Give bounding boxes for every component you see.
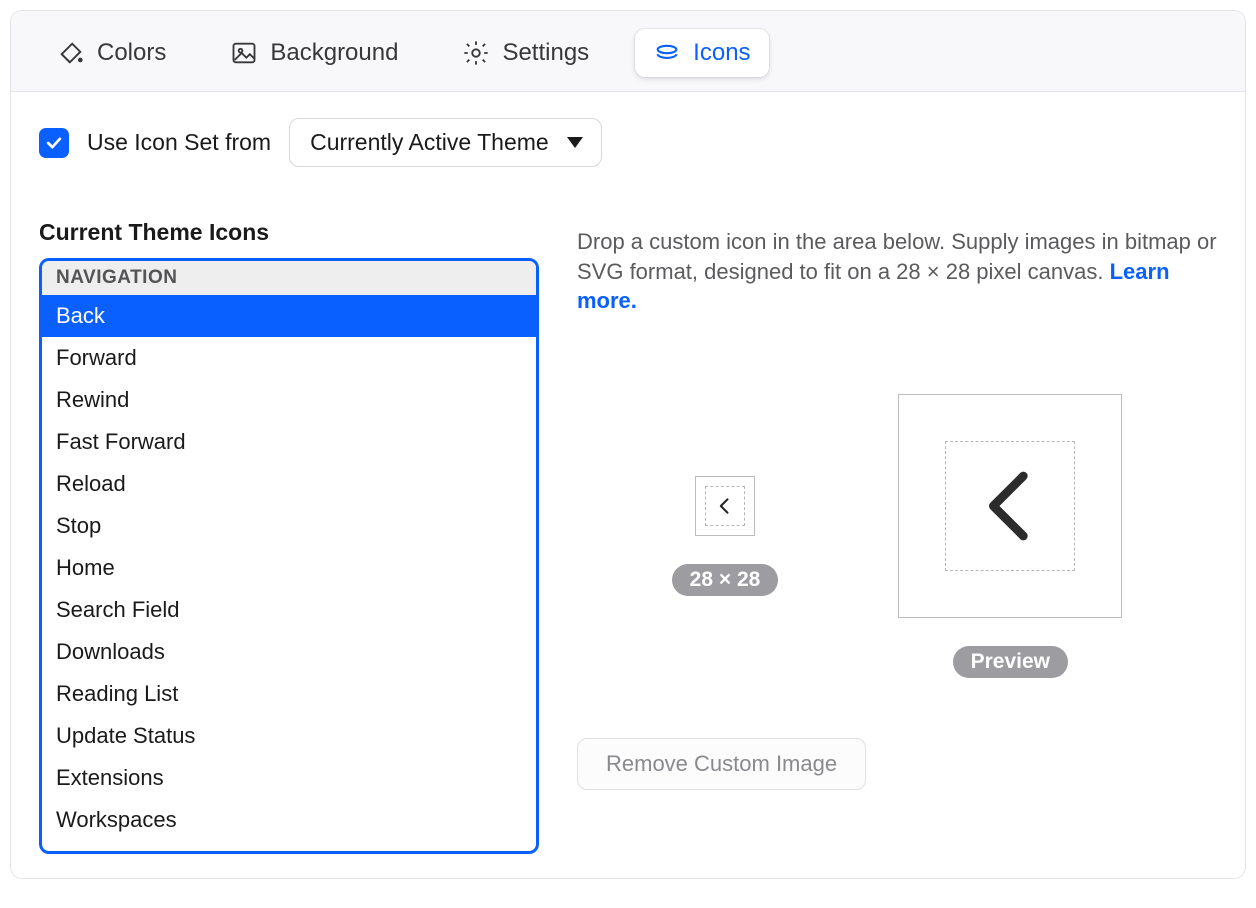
tab-label: Colors	[97, 39, 166, 67]
theme-icons-panel: Colors Background Settings	[10, 10, 1246, 879]
gear-icon	[462, 39, 490, 67]
icon-list-scroll[interactable]: NAVIGATION Back Forward Rewind Fast Forw…	[42, 261, 536, 851]
layers-icon	[653, 39, 681, 67]
tab-background[interactable]: Background	[212, 29, 416, 77]
chevron-down-icon	[567, 137, 583, 148]
content: Use Icon Set from Currently Active Theme…	[11, 92, 1245, 878]
icon-list-column: Current Theme Icons NAVIGATION Back Forw…	[39, 219, 539, 854]
preview-dashed-box	[945, 441, 1075, 571]
list-item[interactable]: Downloads	[42, 631, 536, 673]
list-item[interactable]: Fast Forward	[42, 421, 536, 463]
list-item[interactable]: Reload	[42, 463, 536, 505]
list-item[interactable]: Reading List	[42, 673, 536, 715]
list-title: Current Theme Icons	[39, 219, 539, 246]
icon-listbox[interactable]: NAVIGATION Back Forward Rewind Fast Forw…	[39, 258, 539, 854]
tab-colors[interactable]: Colors	[39, 29, 184, 77]
list-item[interactable]: Forward	[42, 337, 536, 379]
tab-label: Settings	[502, 39, 589, 67]
chevron-left-icon	[970, 456, 1050, 556]
paint-bucket-icon	[57, 39, 85, 67]
drop-column: 28 × 28	[672, 476, 779, 596]
tab-label: Icons	[693, 39, 750, 67]
large-preview-column: Preview	[898, 394, 1122, 678]
list-item[interactable]: Extensions	[42, 757, 536, 799]
tabbar: Colors Background Settings	[11, 11, 1245, 92]
preview-column: Drop a custom icon in the area below. Su…	[577, 219, 1217, 790]
icon-drop-target[interactable]	[695, 476, 755, 536]
list-item[interactable]: Workspaces	[42, 799, 536, 841]
use-icon-set-checkbox[interactable]	[39, 128, 69, 158]
list-item[interactable]: Search Field	[42, 589, 536, 631]
tab-settings[interactable]: Settings	[444, 29, 607, 77]
size-badge: 28 × 28	[672, 564, 779, 596]
list-item[interactable]: Stop	[42, 505, 536, 547]
list-item[interactable]: Rewind	[42, 379, 536, 421]
list-item[interactable]: Update Status	[42, 715, 536, 757]
tab-label: Background	[270, 39, 398, 67]
icon-preview-box	[898, 394, 1122, 618]
icon-set-select[interactable]: Currently Active Theme	[289, 118, 602, 167]
list-item[interactable]: Home	[42, 547, 536, 589]
help-text: Drop a custom icon in the area below. Su…	[577, 227, 1217, 316]
list-group-header: NAVIGATION	[42, 261, 536, 295]
list-item[interactable]: Back	[42, 295, 536, 337]
columns: Current Theme Icons NAVIGATION Back Forw…	[39, 219, 1217, 854]
select-value: Currently Active Theme	[310, 129, 549, 156]
check-icon	[44, 133, 64, 153]
remove-custom-image-button[interactable]: Remove Custom Image	[577, 738, 866, 790]
preview-badge: Preview	[953, 646, 1068, 678]
tab-icons[interactable]: Icons	[635, 29, 768, 77]
icon-set-row: Use Icon Set from Currently Active Theme	[39, 118, 1217, 167]
use-icon-set-label: Use Icon Set from	[87, 129, 271, 156]
drop-dashed-box	[705, 486, 745, 526]
preview-row: 28 × 28 Preview	[577, 394, 1217, 678]
image-icon	[230, 39, 258, 67]
chevron-left-icon	[715, 496, 735, 516]
